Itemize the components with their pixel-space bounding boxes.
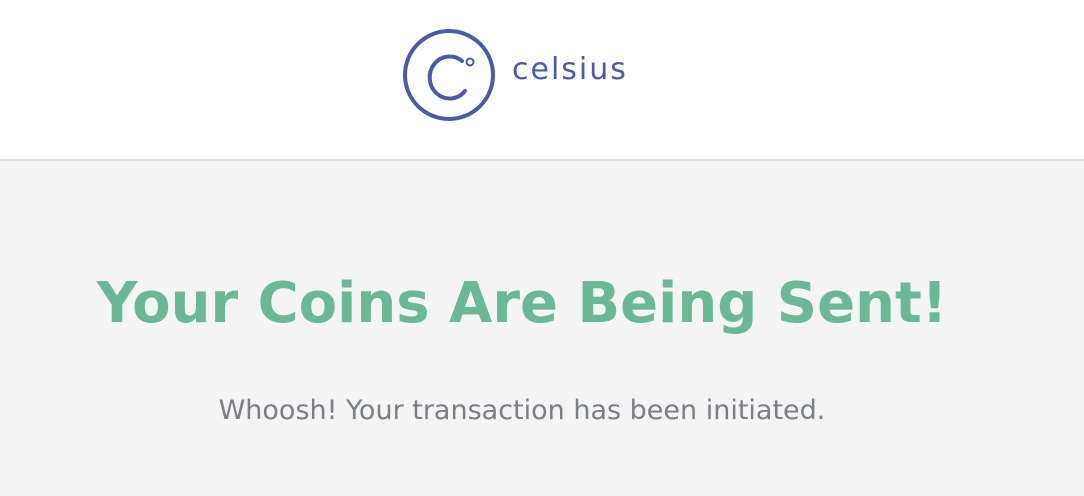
celsius-c-logo-icon xyxy=(403,29,495,121)
page-title: Your Coins Are Being Sent! xyxy=(96,271,948,336)
celsius-logo[interactable]: celsius xyxy=(402,28,652,122)
confirmation-panel: Your Coins Are Being Sent! Whoosh! Your … xyxy=(0,161,1084,496)
header: celsius xyxy=(0,0,1084,161)
brand-name: celsius xyxy=(512,52,628,87)
status-message: Whoosh! Your transaction has been initia… xyxy=(218,395,826,426)
